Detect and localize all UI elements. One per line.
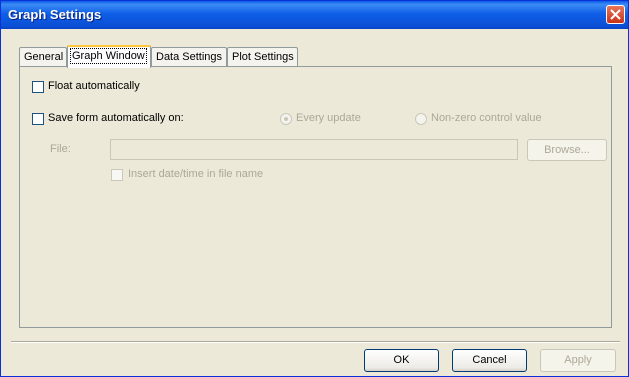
save-form-checkbox[interactable] <box>32 113 44 125</box>
close-button[interactable] <box>606 5 625 24</box>
window-title: Graph Settings <box>8 7 102 22</box>
insert-datetime-label: Insert date/time in file name <box>128 168 264 180</box>
cancel-button[interactable]: Cancel <box>452 349 527 372</box>
close-icon <box>610 9 621 20</box>
radio-selected-dot <box>284 117 288 121</box>
file-path-input[interactable] <box>110 139 518 160</box>
tab-graph-window-label: Graph Window <box>70 48 147 64</box>
tab-plot-settings-label: Plot Settings <box>232 51 294 63</box>
footer-divider <box>11 341 620 343</box>
float-automatically-checkbox[interactable] <box>32 81 44 93</box>
graph-settings-dialog: Graph Settings General Graph Window Data… <box>0 0 629 377</box>
apply-button[interactable]: Apply <box>540 349 616 372</box>
float-automatically-label[interactable]: Float automatically <box>48 80 140 92</box>
tab-general[interactable]: General <box>19 47 67 66</box>
non-zero-control-radio[interactable] <box>415 113 427 125</box>
save-form-label[interactable]: Save form automatically on: <box>48 112 184 124</box>
title-bar[interactable]: Graph Settings <box>1 1 628 29</box>
non-zero-control-label: Non-zero control value <box>431 112 542 124</box>
tab-graph-window[interactable]: Graph Window <box>67 45 151 68</box>
file-label: File: <box>50 143 71 155</box>
browse-button[interactable]: Browse... <box>527 139 607 161</box>
every-update-radio[interactable] <box>280 113 292 125</box>
graph-window-panel <box>19 66 612 328</box>
tab-data-settings-label: Data Settings <box>156 51 223 63</box>
ok-button[interactable]: OK <box>364 349 439 372</box>
tab-general-label: General <box>24 51 64 63</box>
tab-plot-settings[interactable]: Plot Settings <box>227 47 298 66</box>
tab-data-settings[interactable]: Data Settings <box>151 47 227 66</box>
every-update-label: Every update <box>296 112 361 124</box>
insert-datetime-checkbox[interactable] <box>111 169 123 181</box>
